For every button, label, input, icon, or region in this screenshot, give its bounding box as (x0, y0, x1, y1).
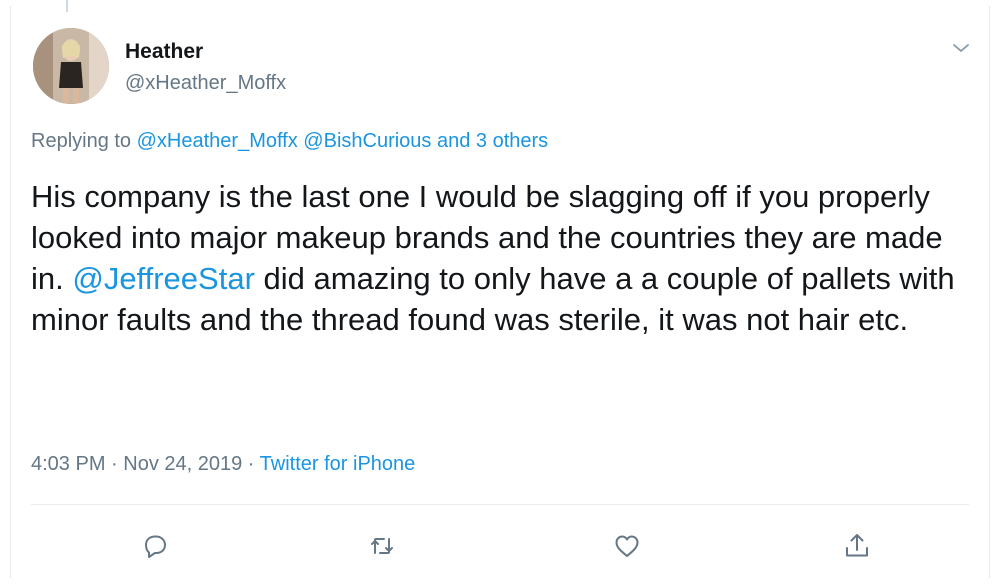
retweet-button[interactable] (362, 526, 402, 566)
avatar-image (33, 28, 109, 104)
retweet-icon (371, 538, 393, 554)
timestamp[interactable]: 4:03 PM · Nov 24, 2019 · (31, 453, 260, 475)
action-bar (11, 526, 989, 566)
reply-button[interactable] (135, 526, 175, 566)
like-button[interactable] (607, 526, 647, 566)
display-name[interactable]: Heather (125, 40, 203, 64)
heart-icon (615, 535, 639, 557)
tweet-card: Heather @xHeather_Moffx Replying to @xHe… (10, 0, 990, 578)
avatar[interactable] (33, 28, 109, 104)
user-handle[interactable]: @xHeather_Moffx (125, 72, 286, 95)
mention-link[interactable]: @JeffreeStar (72, 261, 255, 296)
source-link[interactable]: Twitter for iPhone (260, 453, 416, 475)
tweet-meta: 4:03 PM · Nov 24, 2019 · Twitter for iPh… (31, 453, 415, 476)
share-button[interactable] (837, 526, 877, 566)
share-icon (846, 534, 868, 557)
reply-icon (145, 535, 166, 558)
replying-prefix: Replying to (31, 130, 137, 152)
thread-connector (66, 0, 68, 12)
chevron-down-icon[interactable] (949, 36, 973, 60)
divider (31, 504, 969, 505)
reply-mentions-link[interactable]: @xHeather_Moffx @BishCurious and 3 other… (137, 130, 549, 152)
tweet-text: His company is the last one I would be s… (31, 176, 981, 340)
replying-to: Replying to @xHeather_Moffx @BishCurious… (31, 130, 548, 153)
